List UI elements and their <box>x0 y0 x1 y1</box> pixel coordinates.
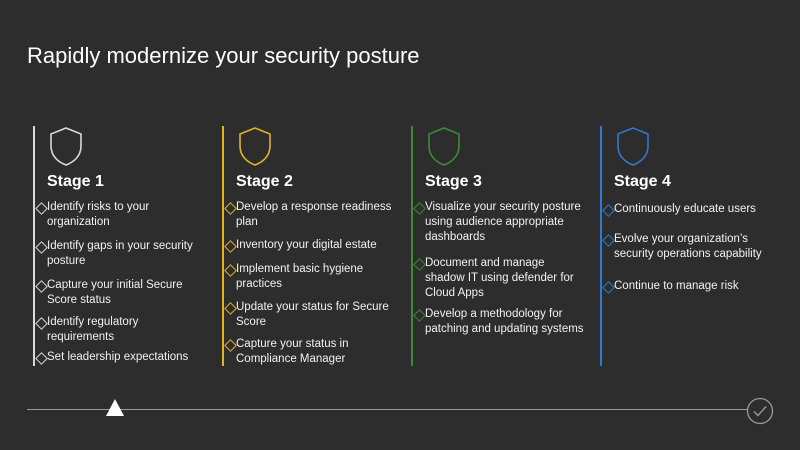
stage-1-item-text: Identify gaps in your security posture <box>47 240 193 267</box>
stage-2-item-text: Develop a response readiness plan <box>236 201 392 228</box>
stage-1-item: Identify gaps in your security posture <box>35 239 207 269</box>
stage-4-title: Stage 4 <box>614 173 671 190</box>
progress-timeline <box>27 409 747 410</box>
stage-2-item: Update your status for Secure Score <box>224 300 396 330</box>
stage-2-item-text: Capture your status in Compliance Manage… <box>236 338 349 365</box>
stage-3-item: Visualize your security posture using au… <box>413 200 585 245</box>
stage-3-item-text: Visualize your security posture using au… <box>425 201 581 243</box>
stage-4-item-text: Evolve your organization’s security oper… <box>614 233 762 260</box>
diamond-bullet-icon <box>602 234 615 247</box>
stage-3-title: Stage 3 <box>425 173 482 190</box>
stage-2-title: Stage 2 <box>236 173 293 190</box>
stage-4-item: Continuously educate users <box>602 202 774 217</box>
diamond-bullet-icon <box>224 202 237 215</box>
triangle-icon <box>106 399 124 416</box>
stage-1-item-text: Identify risks to your organization <box>47 201 150 228</box>
shield-icon <box>239 127 271 166</box>
shield-icon <box>617 127 649 166</box>
checkmark-circle-icon <box>746 397 774 425</box>
stage-2: Stage 2 Develop a response readiness pla… <box>222 126 402 366</box>
stage-4: Stage 4 Continuously educate users Evolv… <box>600 126 780 366</box>
page-title: Rapidly modernize your security posture <box>27 43 420 68</box>
diamond-bullet-icon <box>35 352 48 365</box>
diamond-bullet-icon <box>224 302 237 315</box>
stage-3-item-text: Document and manage shadow IT using defe… <box>425 257 574 299</box>
stage-4-item: Evolve your organization’s security oper… <box>602 232 774 262</box>
diamond-bullet-icon <box>413 309 426 322</box>
stage-4-line <box>600 126 602 366</box>
stage-1-item-text: Identify regulatory requirements <box>47 316 139 343</box>
stage-2-item-text: Implement basic hygiene practices <box>236 263 364 290</box>
stage-4-item-text: Continue to manage risk <box>614 280 739 292</box>
stage-2-item: Develop a response readiness plan <box>224 200 396 230</box>
stage-2-item: Implement basic hygiene practices <box>224 262 396 292</box>
diamond-bullet-icon <box>224 339 237 352</box>
stage-4-item-text: Continuously educate users <box>614 203 756 215</box>
diamond-bullet-icon <box>35 202 48 215</box>
diamond-bullet-icon <box>224 264 237 277</box>
diamond-bullet-icon <box>35 241 48 254</box>
stage-1-item: Capture your initial Secure Score status <box>35 278 207 308</box>
stage-1-item: Identify risks to your organization <box>35 200 207 230</box>
diamond-bullet-icon <box>35 317 48 330</box>
stage-3: Stage 3 Visualize your security posture … <box>411 126 591 366</box>
diamond-bullet-icon <box>602 281 615 294</box>
stage-3-item: Document and manage shadow IT using defe… <box>413 256 585 301</box>
diamond-bullet-icon <box>413 202 426 215</box>
stage-2-item: Capture your status in Compliance Manage… <box>224 337 396 367</box>
stage-1: Stage 1 Identify risks to your organizat… <box>33 126 213 366</box>
stage-1-title: Stage 1 <box>47 173 104 190</box>
stage-2-item-text: Update your status for Secure Score <box>236 301 389 328</box>
diamond-bullet-icon <box>224 240 237 253</box>
stage-3-item-text: Develop a methodology for patching and u… <box>425 308 584 335</box>
stage-1-item-text: Set leadership expectations <box>47 351 189 363</box>
stage-2-item: Inventory your digital estate <box>224 238 396 253</box>
stage-1-line <box>33 126 35 366</box>
stage-4-item: Continue to manage risk <box>602 279 774 294</box>
stage-3-line <box>411 126 413 366</box>
shield-icon <box>428 127 460 166</box>
shield-icon <box>50 127 82 166</box>
stage-1-item-text: Capture your initial Secure Score status <box>47 279 183 306</box>
diamond-bullet-icon <box>413 258 426 271</box>
diamond-bullet-icon <box>602 204 615 217</box>
stage-3-item: Develop a methodology for patching and u… <box>413 307 585 337</box>
stage-1-item: Identify regulatory requirements <box>35 315 207 345</box>
stage-2-item-text: Inventory your digital estate <box>236 239 377 251</box>
diamond-bullet-icon <box>35 280 48 293</box>
stage-1-item: Set leadership expectations <box>35 350 207 365</box>
